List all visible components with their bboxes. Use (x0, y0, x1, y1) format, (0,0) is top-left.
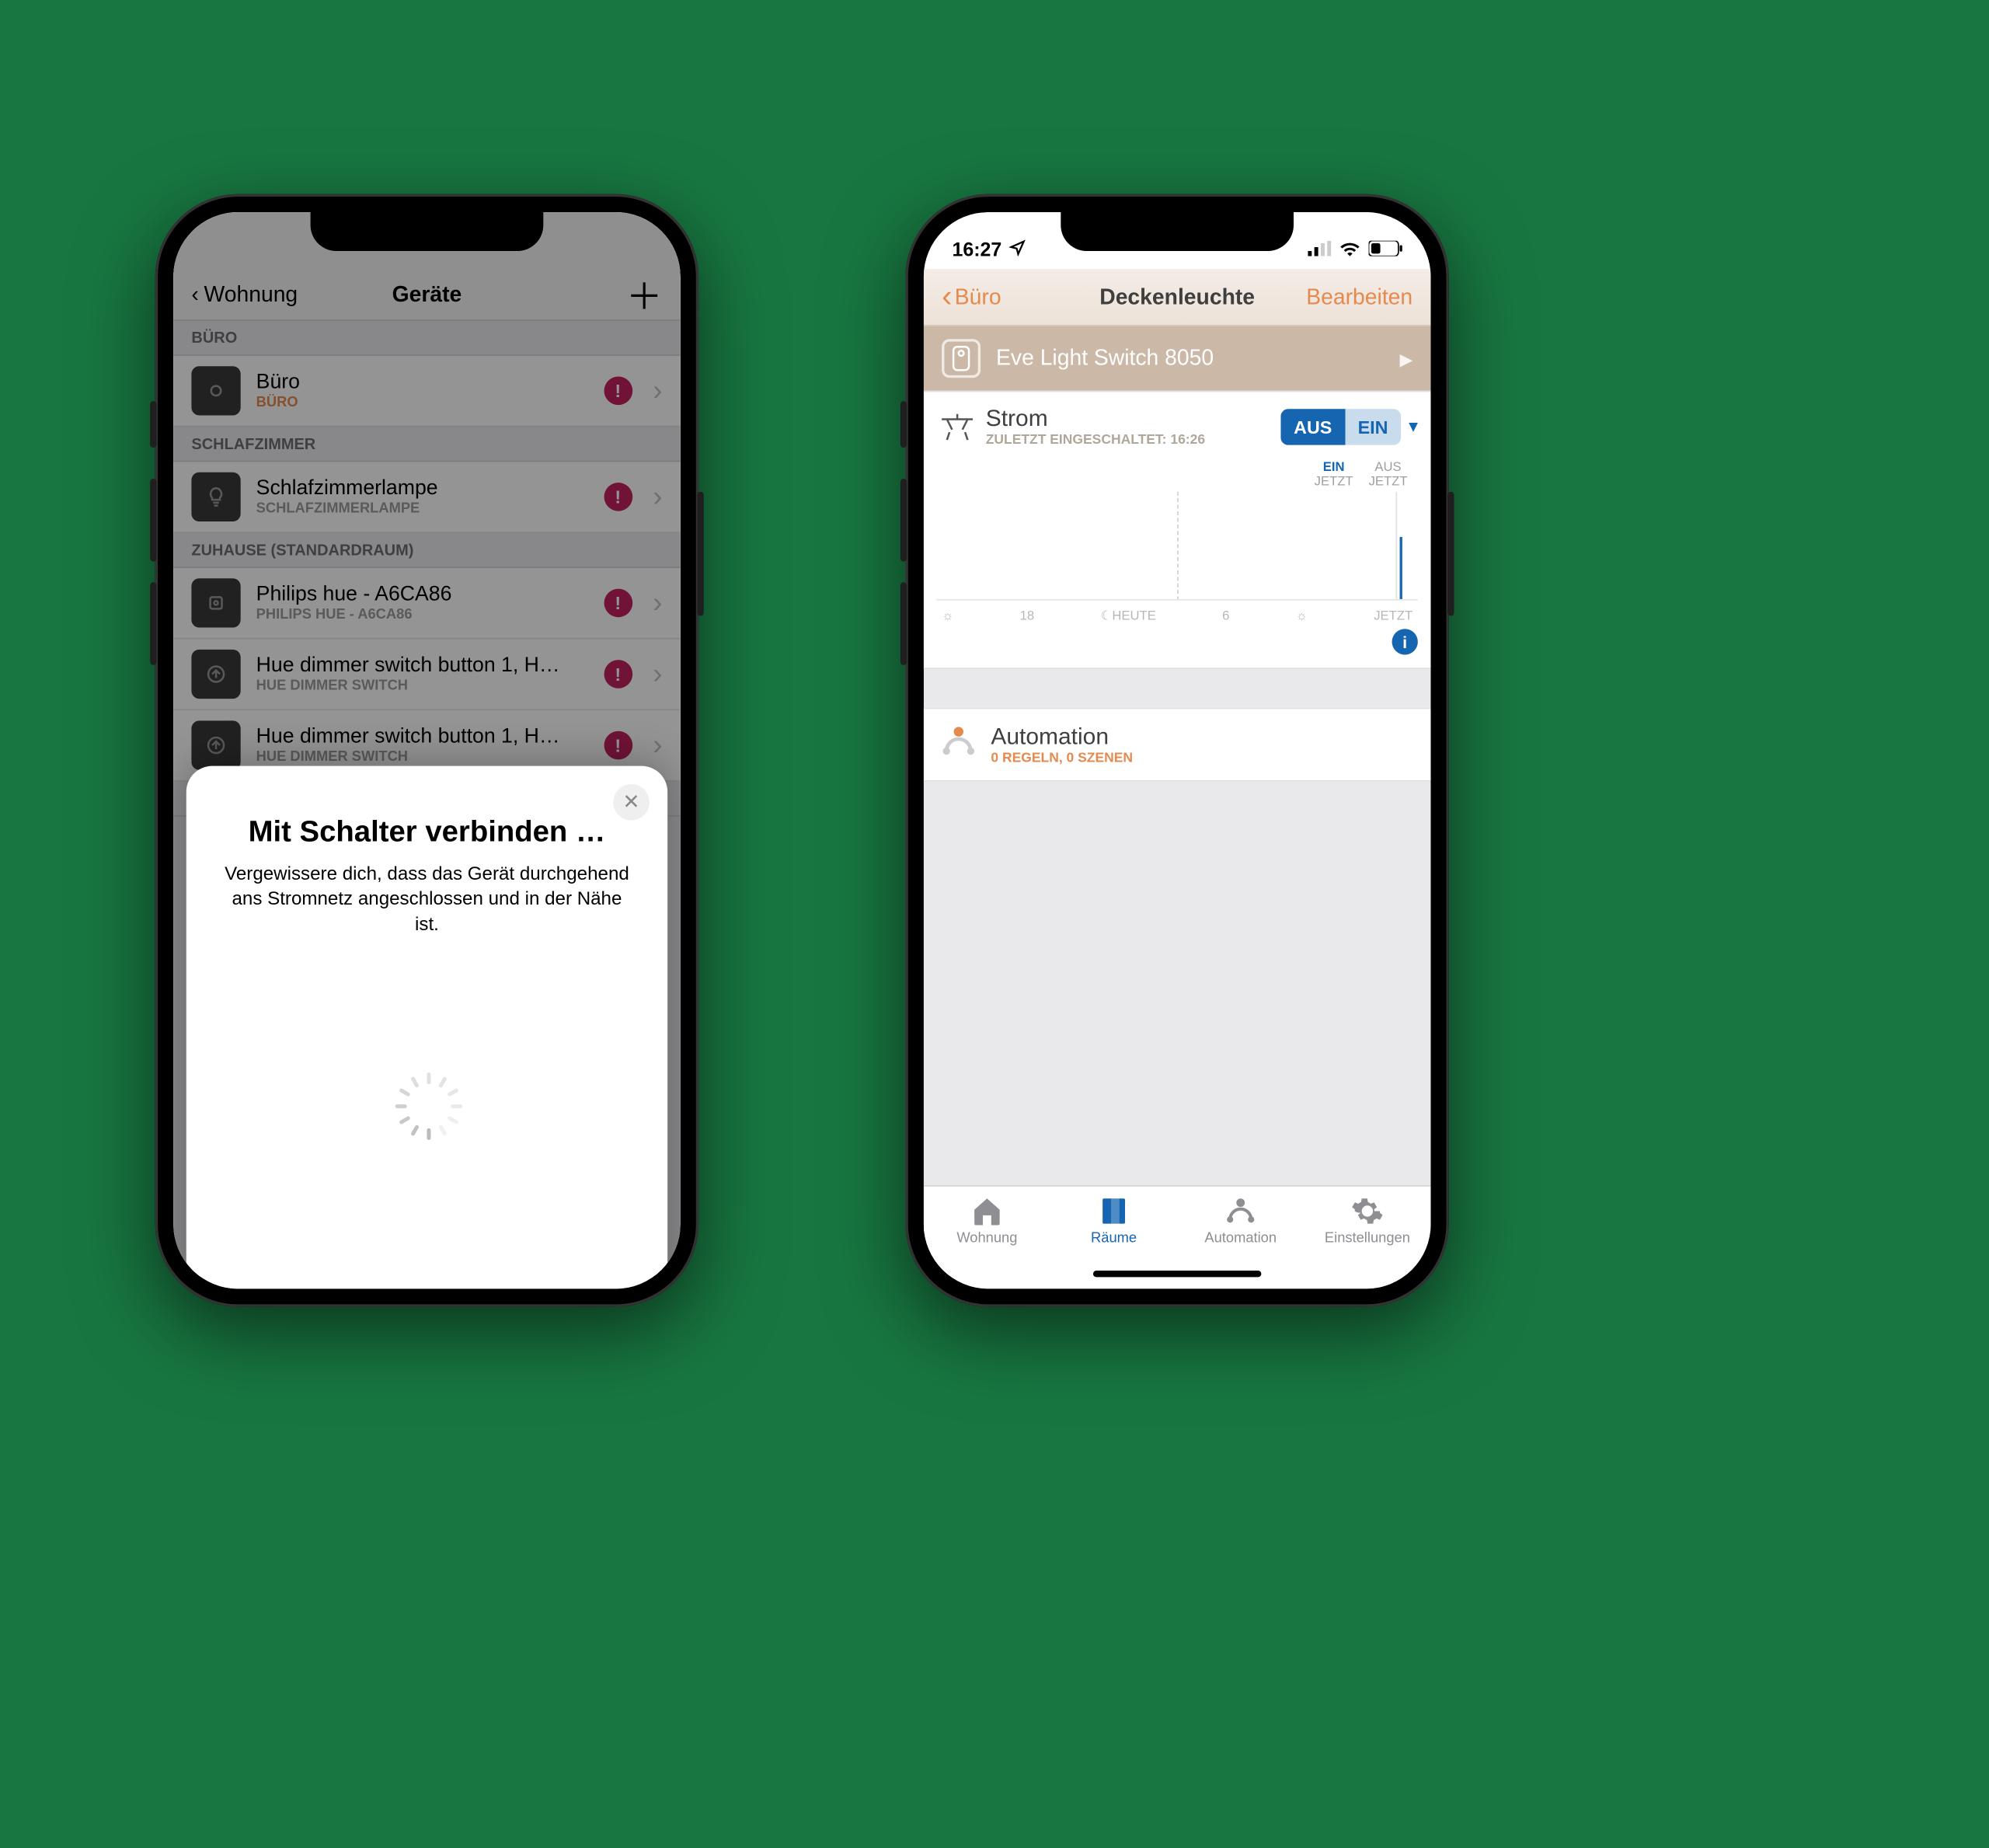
home-indicator[interactable] (1093, 1271, 1261, 1277)
banner-name: Eve Light Switch 8050 (996, 346, 1384, 371)
back-button[interactable]: ‹ Büro (942, 279, 1001, 316)
edit-button[interactable]: Bearbeiten (1306, 284, 1413, 309)
navbar: ‹ Büro Deckenleuchte Bearbeiten (924, 269, 1431, 326)
back-label: Büro (955, 284, 1001, 309)
lamp-icon (936, 406, 977, 447)
power-toggle[interactable]: AUS EIN (1280, 408, 1401, 445)
signal-icon (1308, 239, 1331, 260)
toggle-on[interactable]: EIN (1345, 408, 1401, 445)
dropdown-icon[interactable]: ▾ (1409, 415, 1418, 437)
close-button[interactable]: ✕ (613, 784, 650, 821)
power-card: Strom ZULETZT EINGESCHALTET: 16:26 AUS E… (924, 391, 1431, 669)
legend-now: JETZT (1315, 475, 1353, 489)
tab-label: Automation (1204, 1230, 1277, 1246)
location-icon (1009, 239, 1026, 260)
x-tick: ☼ (1296, 609, 1308, 623)
info-icon[interactable]: i (1392, 629, 1418, 654)
power-title: Strom (986, 405, 1281, 432)
x-tick: 6 (1222, 609, 1229, 623)
automation-card[interactable]: Automation 0 REGELN, 0 SZENEN (924, 708, 1431, 782)
power-sub: ZULETZT EINGESCHALTET: 16:26 (986, 432, 1281, 448)
chart-bar (1400, 537, 1402, 599)
tab-label: Einstellungen (1325, 1230, 1410, 1246)
power-chart: EINJETZT AUSJETZT ☼ 18 ☾HEUTE 6 ☼ (936, 461, 1417, 624)
legend-now: JETZT (1369, 475, 1408, 489)
chevron-right-icon: ▸ (1399, 342, 1413, 375)
chevron-left-icon: ‹ (942, 279, 952, 316)
sheet-body: Vergewissere dich, dass das Gerät durchg… (218, 863, 636, 939)
automation-title: Automation (991, 724, 1133, 751)
tab-settings[interactable]: Einstellungen (1304, 1194, 1430, 1289)
battery-icon (1369, 239, 1402, 260)
legend-aus: AUS (1369, 461, 1408, 475)
sheet-title: Mit Schalter verbinden … (218, 813, 636, 850)
toggle-off[interactable]: AUS (1280, 408, 1345, 445)
tab-home[interactable]: Wohnung (924, 1194, 1050, 1289)
tab-label: Räume (1091, 1230, 1137, 1246)
status-time: 16:27 (952, 239, 1001, 260)
left-screen-background: ‹ Wohnung Geräte ＋ BÜRO Büro BÜRO ! (173, 212, 681, 1288)
automation-sub: 0 REGELN, 0 SZENEN (991, 751, 1133, 766)
wifi-icon (1339, 239, 1360, 260)
x-tick: JETZT (1374, 609, 1413, 623)
x-tick: 18 (1020, 609, 1035, 623)
connect-sheet: ✕ Mit Schalter verbinden … Vergewissere … (186, 766, 667, 1289)
automation-icon (939, 722, 978, 767)
legend-ein: EIN (1315, 461, 1353, 475)
x-tick: ☾HEUTE (1100, 609, 1155, 623)
switch-icon (942, 339, 981, 378)
spinner-icon (405, 1094, 449, 1138)
x-tick: ☼ (942, 609, 953, 623)
device-banner[interactable]: Eve Light Switch 8050 ▸ (924, 326, 1431, 391)
tab-label: Wohnung (956, 1230, 1017, 1246)
